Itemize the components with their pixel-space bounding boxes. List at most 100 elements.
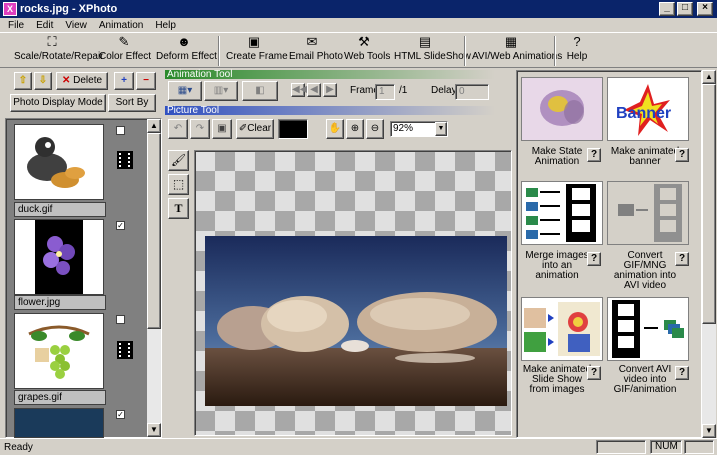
scroll-thumb[interactable] [702,84,716,324]
text-tool-icon[interactable]: T [168,198,189,219]
avi-label: AVI/Web Animations [472,51,563,62]
menu-view[interactable]: View [59,19,93,33]
image-canvas[interactable] [194,150,512,436]
frame-tool-button[interactable]: ◧ [242,81,278,101]
create-frame-button[interactable]: ▣ Create Frame [226,34,288,67]
color-swatch[interactable] [278,119,308,139]
animated-banner-tile[interactable]: Banner [607,77,689,141]
drawing-tools: 🖌 ⬚ T [168,150,190,220]
web-tools-button[interactable]: ⚒ Web Tools [344,35,390,67]
html-slideshow-button[interactable]: ▤ HTML SlideShow [394,35,471,67]
merge-images-tile[interactable] [521,181,603,245]
animation-tool-header: Animation Tool [165,70,495,80]
delay-input[interactable]: 0 [455,84,489,100]
merge-images-label: Merge images into an animation [525,250,589,281]
thumbnail-duck[interactable] [14,124,104,200]
add-icon[interactable]: + [114,72,134,90]
status-pane [684,440,714,454]
sort-by-button[interactable]: Sort By [108,94,156,112]
menu-edit[interactable]: Edit [30,19,59,33]
remove-icon[interactable]: − [136,72,156,90]
gif-to-avi-tile[interactable] [607,181,689,245]
frame-effect-button[interactable]: ▥▾ [204,81,238,101]
help-icon[interactable]: ? [587,148,601,162]
photo-display-mode-button[interactable]: Photo Display Mode [10,94,106,112]
wizard-scrollbar[interactable]: ▲ ▼ [702,70,716,438]
thumbnail-partial[interactable] [14,408,104,438]
clear-button[interactable]: ✐Clear [236,119,274,139]
help-icon[interactable]: ? [675,148,689,162]
help-icon[interactable]: ? [675,252,689,266]
minimize-button[interactable]: _ [659,2,675,16]
zoom-select[interactable]: 92% ▼ [390,121,448,137]
thumbnail-caption: grapes.gif [14,390,106,405]
thumbnail-grapes[interactable] [14,313,104,389]
menu-animation[interactable]: Animation [93,19,149,33]
slide-show-tile[interactable] [521,297,603,361]
title-bar: X rocks.jpg - XPhoto _ □ × [0,0,717,18]
zoom-in-icon[interactable]: ⊕ [346,119,364,139]
status-bar: Ready NUM [0,438,717,455]
scroll-thumb[interactable] [147,133,161,329]
picture-tool-header: Picture Tool [165,106,495,116]
web-tools-label: Web Tools [344,51,391,62]
save-icon[interactable]: ▣ [212,119,232,139]
animation-film-icon [117,151,133,169]
select-checkbox[interactable]: ✓ [116,410,125,419]
scroll-down-icon[interactable]: ▼ [702,424,716,438]
app-icon: X [3,2,17,16]
scroll-down-icon[interactable]: ▼ [147,423,161,437]
maximize-button[interactable]: □ [677,2,693,16]
deform-effect-button[interactable]: ☻ Deform Effect [156,35,217,67]
main-toolbar: ⛶ Scale/Rotate/Repair ✎ Color Effect ☻ Defo… [0,32,717,68]
color-effect-label: Color Effect [99,51,152,62]
select-checkbox[interactable] [116,126,125,135]
move-up-icon[interactable]: ⇧ [14,72,32,90]
select-checkbox[interactable] [116,315,125,324]
status-pane [596,440,646,454]
prev-frame-icon[interactable]: ◀ [307,83,321,97]
frames-layout-button[interactable]: ▦▾ [168,81,202,101]
chevron-down-icon[interactable]: ▼ [435,122,447,136]
slide-show-label: Make animated Slide Show from images [522,364,592,395]
pan-hand-icon[interactable]: ✋ [326,119,344,139]
help-button[interactable]: ? Help [564,35,590,67]
thumbnail-flower[interactable] [14,219,104,295]
avi-web-animations-button[interactable]: ▦ AVI/Web Animations [472,35,562,67]
toolbar-separator [218,36,220,66]
delay-label: Delay [431,85,457,96]
menu-bar: File Edit View Animation Help [0,18,717,32]
frame-input[interactable]: 1 [375,84,395,100]
state-animation-tile[interactable] [521,77,603,141]
frame-icon: ▣ [247,34,261,49]
scale-icon: ⛶ [47,34,57,49]
help-icon: ? [573,34,581,49]
undo-icon[interactable]: ↶ [168,119,188,139]
scale-rotate-repair-button[interactable]: ⛶ Scale/Rotate/Repair [14,34,104,67]
brush-tool-icon[interactable]: 🖌 [168,150,189,171]
help-icon[interactable]: ? [675,366,689,380]
move-down-icon[interactable]: ⇩ [34,72,52,90]
delete-button[interactable]: ✕ Delete [56,72,108,90]
help-icon[interactable]: ? [587,366,601,380]
help-label: Help [566,51,588,62]
color-effect-button[interactable]: ✎ Color Effect [99,35,152,67]
help-icon[interactable]: ? [587,252,601,266]
menu-file[interactable]: File [0,19,30,33]
next-frame-icon[interactable]: ▶ [323,83,337,97]
close-button[interactable]: × [697,2,713,16]
thumbnail-scrollbar[interactable]: ▲ ▼ [147,119,161,437]
select-rect-icon[interactable]: ⬚ [168,174,189,195]
menu-help[interactable]: Help [149,19,182,33]
first-frame-icon[interactable]: ◀◀ [291,83,307,97]
scroll-up-icon[interactable]: ▲ [147,119,161,133]
email-photo-button[interactable]: ✉ Email Photo [289,34,343,67]
deform-effect-label: Deform Effect [156,51,217,62]
redo-icon[interactable]: ↷ [190,119,210,139]
window-title: rocks.jpg - XPhoto [20,3,118,15]
envelope-icon: ✉ [306,34,318,49]
avi-to-gif-tile[interactable] [607,297,689,361]
zoom-out-icon[interactable]: ⊖ [366,119,384,139]
scroll-up-icon[interactable]: ▲ [702,70,716,84]
select-checkbox[interactable]: ✓ [116,221,125,230]
